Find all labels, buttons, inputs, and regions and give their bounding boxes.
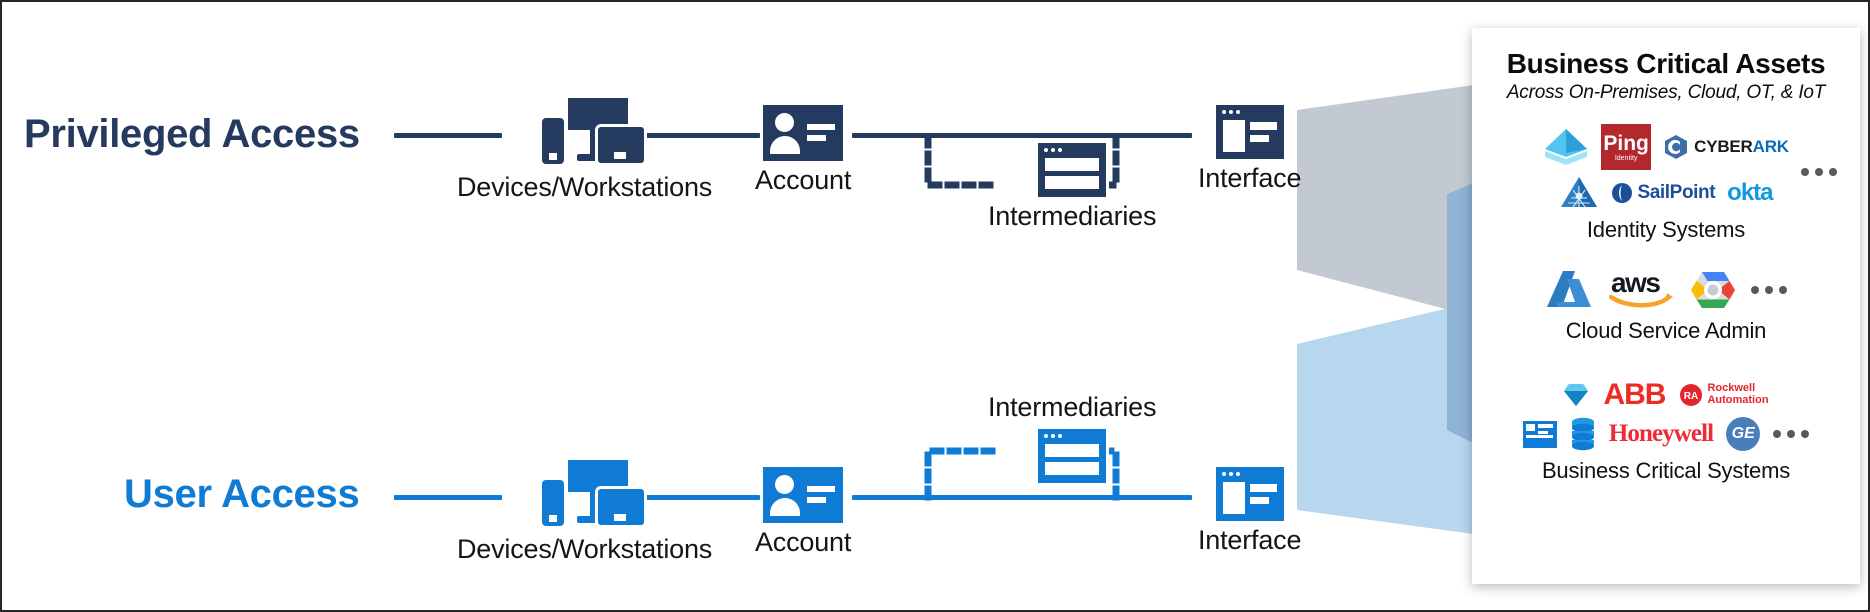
node-caption: Devices/Workstations	[457, 172, 713, 202]
group-caption: Business Critical Systems	[1541, 458, 1791, 483]
node-caption: Account	[755, 165, 852, 195]
node-caption: Account	[755, 527, 852, 557]
card-title: Business Critical Assets	[1506, 48, 1826, 79]
connector-u3	[852, 495, 1192, 500]
node-caption: Intermediaries	[988, 392, 1157, 422]
node-privileged-account[interactable]: Account	[755, 105, 851, 196]
abb-logo: ABB	[1603, 378, 1666, 411]
business-logo-row-1: ABB RA Rockwell Automation	[1563, 378, 1769, 412]
node-user-account[interactable]: Account	[755, 467, 851, 558]
card-subtitle: Across On-Premises, Cloud, OT, & IoT	[1506, 82, 1826, 103]
intermediary-window-icon	[1038, 429, 1107, 483]
devices-workstations-icon	[541, 98, 644, 168]
node-privileged-intermediaries[interactable]: Intermediaries	[988, 143, 1156, 232]
group-identity-systems: Ping Identity CYBERARK SailPoint okta Id…	[1472, 124, 1860, 243]
sailpoint-mark-icon	[1612, 183, 1633, 203]
user-funnel-shape	[1297, 297, 1495, 537]
database-logo	[1571, 417, 1594, 451]
connector-p3	[852, 133, 1192, 138]
ping-identity-logo: Ping Identity	[1601, 124, 1652, 170]
cloud-more-ellipsis-icon	[1751, 286, 1787, 294]
node-privileged-interface[interactable]: Interface	[1198, 105, 1301, 194]
row-label-privileged-access: Privileged Access	[24, 112, 360, 156]
node-caption: Interface	[1198, 163, 1302, 193]
cloud-logo-row: aws	[1545, 267, 1787, 311]
svg-text:RA: RA	[1684, 391, 1698, 402]
cyberark-logo: CYBERARK	[1663, 134, 1789, 160]
node-caption: Interface	[1198, 525, 1302, 555]
group-caption: Cloud Service Admin	[1565, 318, 1767, 343]
node-user-devices[interactable]: Devices/Workstations	[457, 460, 712, 565]
okta-logo: okta	[1727, 179, 1773, 206]
identity-more-ellipsis-icon	[1801, 168, 1837, 176]
aws-smile-icon	[1609, 293, 1673, 308]
active-directory-pyramid-logo	[1561, 177, 1598, 208]
intermediary-window-icon	[1038, 143, 1107, 197]
business-critical-assets-card: Business Critical Assets Across On-Premi…	[1472, 28, 1860, 584]
google-cloud-logo	[1691, 272, 1735, 308]
interface-window-icon	[1215, 105, 1284, 159]
azure-logo	[1547, 271, 1591, 307]
cyberark-mark-icon	[1665, 135, 1688, 159]
account-card-icon	[763, 467, 844, 523]
honeywell-logo: Honeywell	[1608, 420, 1714, 447]
rockwell-automation-logo: RA Rockwell Automation	[1679, 383, 1769, 407]
node-privileged-devices[interactable]: Devices/Workstations	[457, 98, 712, 203]
group-cloud-service-admin: aws Cloud Service Admin	[1472, 267, 1860, 344]
diagram-canvas: Privileged Access Devices/Workstations A…	[0, 0, 1870, 612]
account-card-icon	[763, 105, 844, 161]
identity-logo-row-2: SailPoint okta	[1559, 176, 1774, 210]
business-more-ellipsis-icon	[1773, 430, 1810, 438]
group-caption: Identity Systems	[1586, 217, 1746, 242]
azure-ad-pyramid-logo	[1545, 129, 1588, 165]
privileged-funnel-shape	[1297, 82, 1495, 322]
business-logo-row-2: Honeywell GE	[1522, 417, 1810, 451]
node-user-intermediaries[interactable]: Intermediaries	[988, 392, 1156, 483]
node-caption: Devices/Workstations	[457, 534, 713, 564]
row-label-user-access: User Access	[124, 472, 360, 516]
app-window-logo	[1522, 420, 1557, 448]
group-business-critical-systems: ABB RA Rockwell Automation Honeywell GE …	[1472, 378, 1860, 484]
identity-logo-row-1: Ping Identity CYBERARK	[1543, 124, 1789, 170]
interface-window-icon	[1215, 467, 1284, 521]
node-caption: Intermediaries	[988, 201, 1157, 231]
devices-workstations-icon	[541, 460, 644, 530]
sailpoint-logo: SailPoint	[1611, 182, 1716, 204]
aws-logo: aws	[1609, 267, 1675, 311]
rockwell-mark-icon: RA	[1680, 384, 1703, 406]
node-user-interface[interactable]: Interface	[1198, 467, 1301, 556]
diamond-logo	[1564, 384, 1589, 406]
ge-logo: GE	[1726, 417, 1761, 451]
